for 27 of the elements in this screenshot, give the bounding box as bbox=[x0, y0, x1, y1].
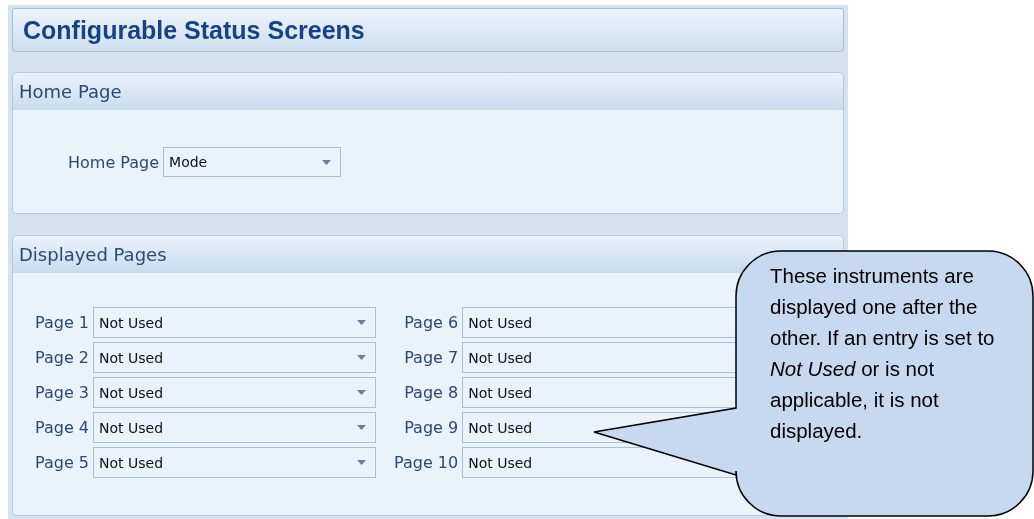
caret-icon bbox=[322, 159, 332, 165]
field-label: Page 8 bbox=[404, 383, 459, 402]
section-title: Displayed Pages bbox=[19, 244, 167, 265]
dropdown[interactable]: Not Used bbox=[93, 307, 376, 338]
dropdown[interactable]: Not Used bbox=[93, 377, 376, 408]
dropdown[interactable]: Not Used bbox=[93, 447, 376, 478]
field-label: Page 4 bbox=[35, 418, 89, 437]
field-label: Page 6 bbox=[404, 313, 459, 332]
caret-icon bbox=[357, 460, 366, 465]
callout-tooltip-text: These instruments are displayed one after the other. If an entry is set to Not Used or is not applicable, it is not displayed. bbox=[770, 263, 996, 444]
caret-icon bbox=[357, 425, 366, 430]
field-label: Page 5 bbox=[35, 453, 89, 472]
field-label: Page 1 bbox=[35, 313, 89, 332]
page-title: Configurable Status Screens bbox=[23, 15, 365, 45]
caret-icon bbox=[357, 355, 366, 360]
caret-icon bbox=[357, 390, 366, 395]
dropdown[interactable]: Mode bbox=[163, 147, 342, 177]
dropdown[interactable]: Not Used bbox=[93, 342, 376, 373]
field-label: Page 9 bbox=[404, 418, 459, 437]
field-label: Page 3 bbox=[35, 383, 89, 402]
section-title: Home Page bbox=[19, 81, 122, 102]
field-label: Page 10 bbox=[394, 453, 459, 472]
field-label: Page 2 bbox=[35, 348, 89, 367]
field-label: Home Page bbox=[68, 152, 160, 172]
dropdown[interactable]: Not Used bbox=[93, 412, 376, 443]
caret-icon bbox=[357, 320, 366, 325]
field-label: Page 7 bbox=[404, 348, 459, 367]
